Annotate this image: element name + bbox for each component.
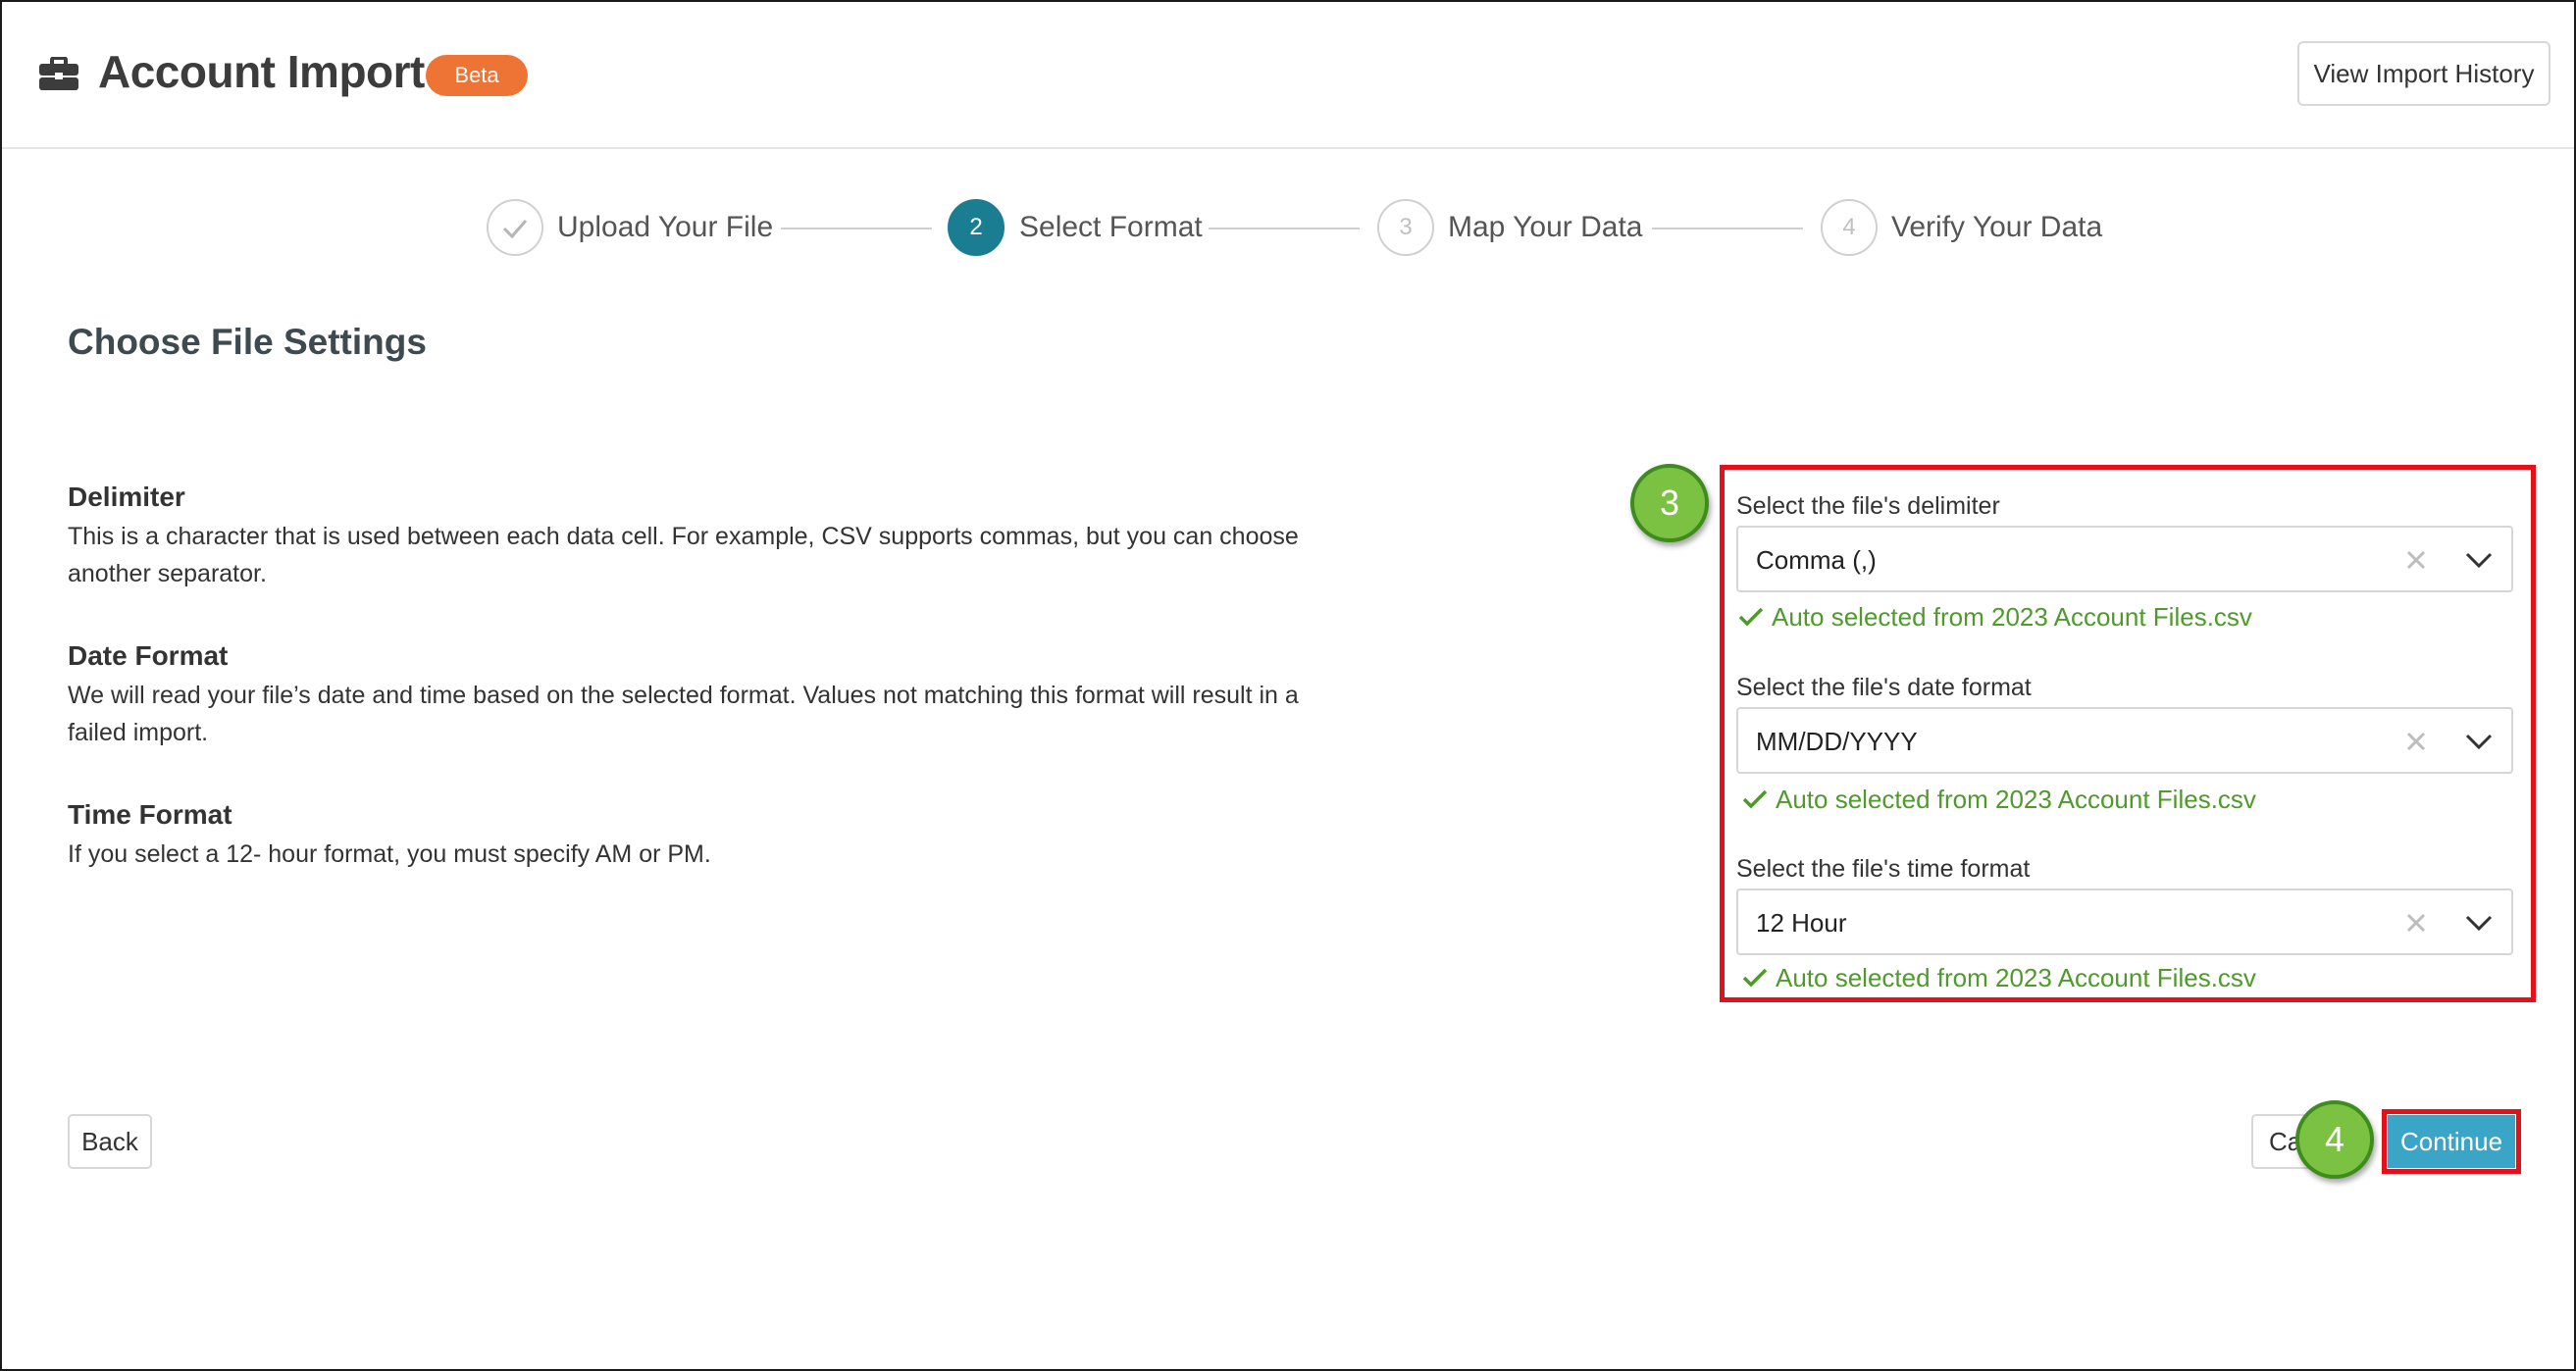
time-format-description: If you select a 12- hour format, you mus… <box>68 840 711 868</box>
time-format-value: 12 Hour <box>1756 908 1847 938</box>
chevron-down-icon[interactable] <box>2464 910 2494 936</box>
clear-icon[interactable] <box>2403 547 2429 573</box>
view-import-history-button[interactable]: View Import History <box>2297 41 2550 106</box>
continue-button[interactable]: Continue <box>2388 1115 2515 1168</box>
section-title: Choose File Settings <box>68 322 427 362</box>
page-title: Account Import <box>98 46 425 97</box>
callout-badge-4: 4 <box>2295 1100 2374 1179</box>
step-verify-data-circle: 4 <box>1821 199 1878 256</box>
delimiter-auto-note: Auto selected from 2023 Account Files.cs… <box>1738 602 2252 633</box>
time-format-auto-note: Auto selected from 2023 Account Files.cs… <box>1742 963 2256 993</box>
step-connector <box>1209 228 1360 229</box>
time-format-label: Select the file's time format <box>1736 855 2031 883</box>
step-select-format-label: Select Format <box>1019 211 1203 243</box>
delimiter-label: Select the file's delimiter <box>1736 492 2000 520</box>
date-format-label: Select the file's date format <box>1736 674 2032 701</box>
clear-icon[interactable] <box>2403 910 2429 936</box>
delimiter-description: This is a character that is used between… <box>68 523 1299 587</box>
time-format-heading: Time Format <box>68 799 232 830</box>
date-format-auto-note: Auto selected from 2023 Account Files.cs… <box>1742 785 2256 815</box>
clear-icon[interactable] <box>2403 729 2429 754</box>
step-select-format-circle: 2 <box>948 199 1005 256</box>
check-icon <box>502 220 528 239</box>
step-map-data-circle: 3 <box>1377 199 1434 256</box>
check-icon <box>1738 607 1764 627</box>
briefcase-icon <box>39 57 78 90</box>
delimiter-value: Comma (,) <box>1756 545 1877 575</box>
time-format-select[interactable]: 12 Hour <box>1736 889 2513 955</box>
step-connector <box>1652 228 1803 229</box>
callout-badge-3: 3 <box>1630 464 1709 542</box>
step-connector <box>781 228 932 229</box>
step-verify-data-label: Verify Your Data <box>1891 211 2103 243</box>
delimiter-heading: Delimiter <box>68 482 185 512</box>
date-format-select[interactable]: MM/DD/YYYY <box>1736 707 2513 774</box>
date-format-value: MM/DD/YYYY <box>1756 727 1918 756</box>
chevron-down-icon[interactable] <box>2464 547 2494 573</box>
beta-badge: Beta <box>426 55 528 96</box>
step-upload-label: Upload Your File <box>557 211 774 243</box>
step-map-data-label: Map Your Data <box>1448 211 1643 243</box>
date-format-heading: Date Format <box>68 640 229 671</box>
back-button[interactable]: Back <box>68 1114 152 1169</box>
check-icon <box>1742 789 1768 809</box>
page-header: Account Import Beta View Import History <box>2 2 2574 149</box>
chevron-down-icon[interactable] <box>2464 729 2494 754</box>
check-icon <box>1742 968 1768 988</box>
step-upload-circle <box>487 199 543 256</box>
date-format-description: We will read your file’s date and time b… <box>68 682 1299 746</box>
delimiter-select[interactable]: Comma (,) <box>1736 526 2513 592</box>
